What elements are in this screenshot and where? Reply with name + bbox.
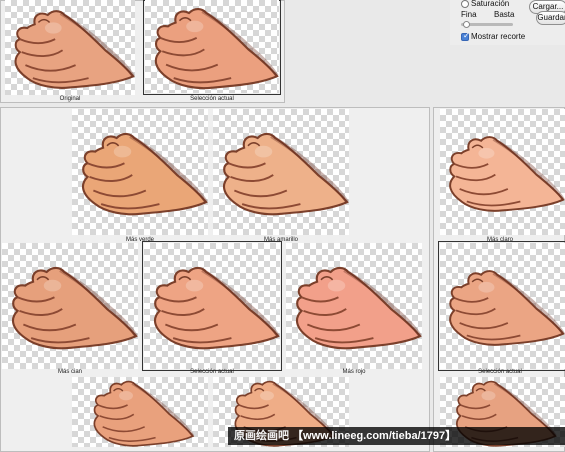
- save-button[interactable]: Guardar: [536, 11, 565, 25]
- checkmark-icon: ✓: [463, 31, 470, 40]
- current-selection-thumbnail-right[interactable]: [440, 243, 565, 369]
- character-face-image: [145, 0, 279, 93]
- more-green-thumbnail[interactable]: [72, 109, 208, 235]
- watermark-banner: 原画绘画吧 【www.lineeg.com/tieba/1797】: [228, 427, 565, 445]
- current-selection-caption-middle: Selección actual: [190, 369, 234, 375]
- character-face-image: [144, 243, 280, 369]
- character-face-image: [2, 243, 138, 369]
- show-clipping-label: Mostrar recorte: [471, 32, 526, 41]
- character-face-image: [72, 377, 208, 447]
- more-cyan-thumbnail[interactable]: [2, 243, 138, 369]
- show-clipping-checkbox[interactable]: ✓: [461, 31, 470, 41]
- saturation-radio[interactable]: [461, 0, 469, 8]
- original-caption: Original: [59, 96, 81, 102]
- watermark-brand: 原画绘画吧: [234, 430, 289, 442]
- character-face-image: [72, 109, 208, 235]
- coarse-label: Basta: [494, 10, 515, 19]
- current-selection-thumbnail-middle[interactable]: [144, 243, 280, 369]
- character-face-image: [286, 243, 422, 369]
- character-face-image: [5, 0, 135, 95]
- more-red-thumbnail[interactable]: [286, 243, 422, 369]
- character-face-image: [440, 109, 565, 235]
- watermark-url: 【www.lineeg.com/tieba/1797】: [292, 430, 457, 442]
- original-thumbnail[interactable]: [5, 0, 135, 95]
- fine-label: Fina: [461, 10, 477, 19]
- saturation-label: Saturación: [471, 0, 510, 8]
- character-face-image: [213, 109, 349, 235]
- lighter-thumbnail[interactable]: [440, 109, 565, 235]
- more-cyan-caption: Más cian: [57, 369, 82, 375]
- more-yellow-thumbnail[interactable]: [213, 109, 349, 235]
- current-selection-thumbnail-top[interactable]: [145, 0, 279, 93]
- current-selection-caption-top: Selección actual: [190, 96, 234, 102]
- additional-thumbnail-1[interactable]: [72, 377, 208, 447]
- current-selection-caption-right: Selección actual: [478, 369, 522, 375]
- character-face-image: [440, 243, 565, 369]
- fine-coarse-slider-thumb[interactable]: [463, 21, 470, 28]
- more-red-caption: Más rojo: [342, 369, 366, 375]
